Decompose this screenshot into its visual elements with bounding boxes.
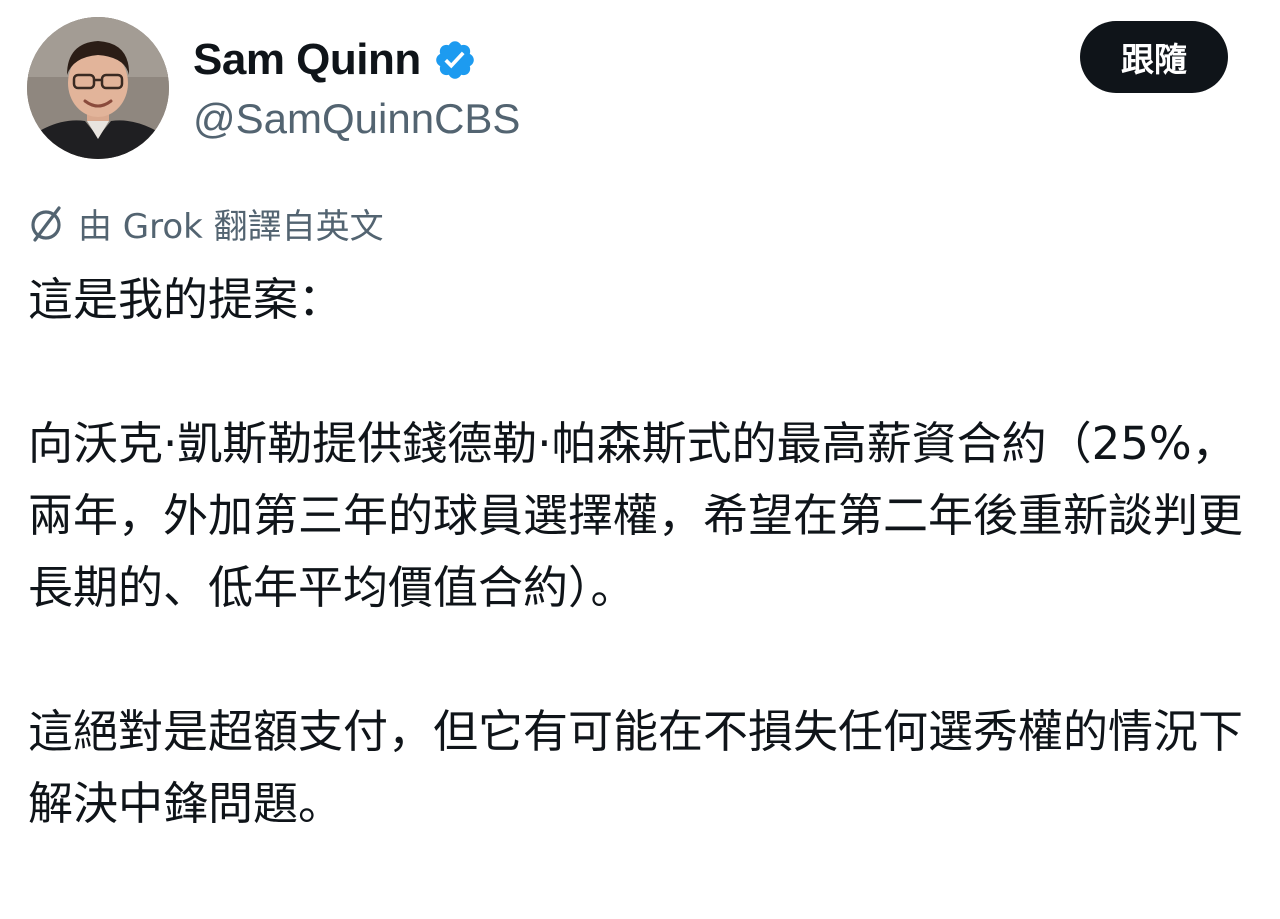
tweet-paragraph: 這是我的提案： bbox=[28, 273, 344, 326]
author-display-name[interactable]: Sam Quinn bbox=[193, 32, 421, 88]
translation-note-text: 由 Grok 翻譯自英文 bbox=[78, 206, 384, 247]
grok-icon bbox=[26, 203, 66, 243]
avatar-photo bbox=[27, 17, 169, 159]
tweet-paragraph: 向沃克·凱斯勒提供錢德勒·帕森斯式的最高薪資合約（25%，兩年，外加第三年的球員… bbox=[28, 417, 1244, 614]
follow-button[interactable]: 跟隨 bbox=[1080, 21, 1228, 93]
tweet-text: 這是我的提案： 向沃克·凱斯勒提供錢德勒·帕森斯式的最高薪資合約（25%，兩年，… bbox=[28, 264, 1250, 840]
tweet-paragraph: 這絕對是超額支付，但它有可能在不損失任何選秀權的情況下解決中鋒問題。 bbox=[28, 705, 1244, 830]
avatar[interactable] bbox=[27, 17, 169, 159]
author-name-row: Sam Quinn bbox=[193, 32, 477, 88]
translation-note[interactable]: 由 Grok 翻譯自英文 bbox=[26, 198, 384, 248]
verified-badge-icon[interactable] bbox=[433, 38, 477, 82]
author-handle[interactable]: @SamQuinnCBS bbox=[193, 92, 520, 146]
